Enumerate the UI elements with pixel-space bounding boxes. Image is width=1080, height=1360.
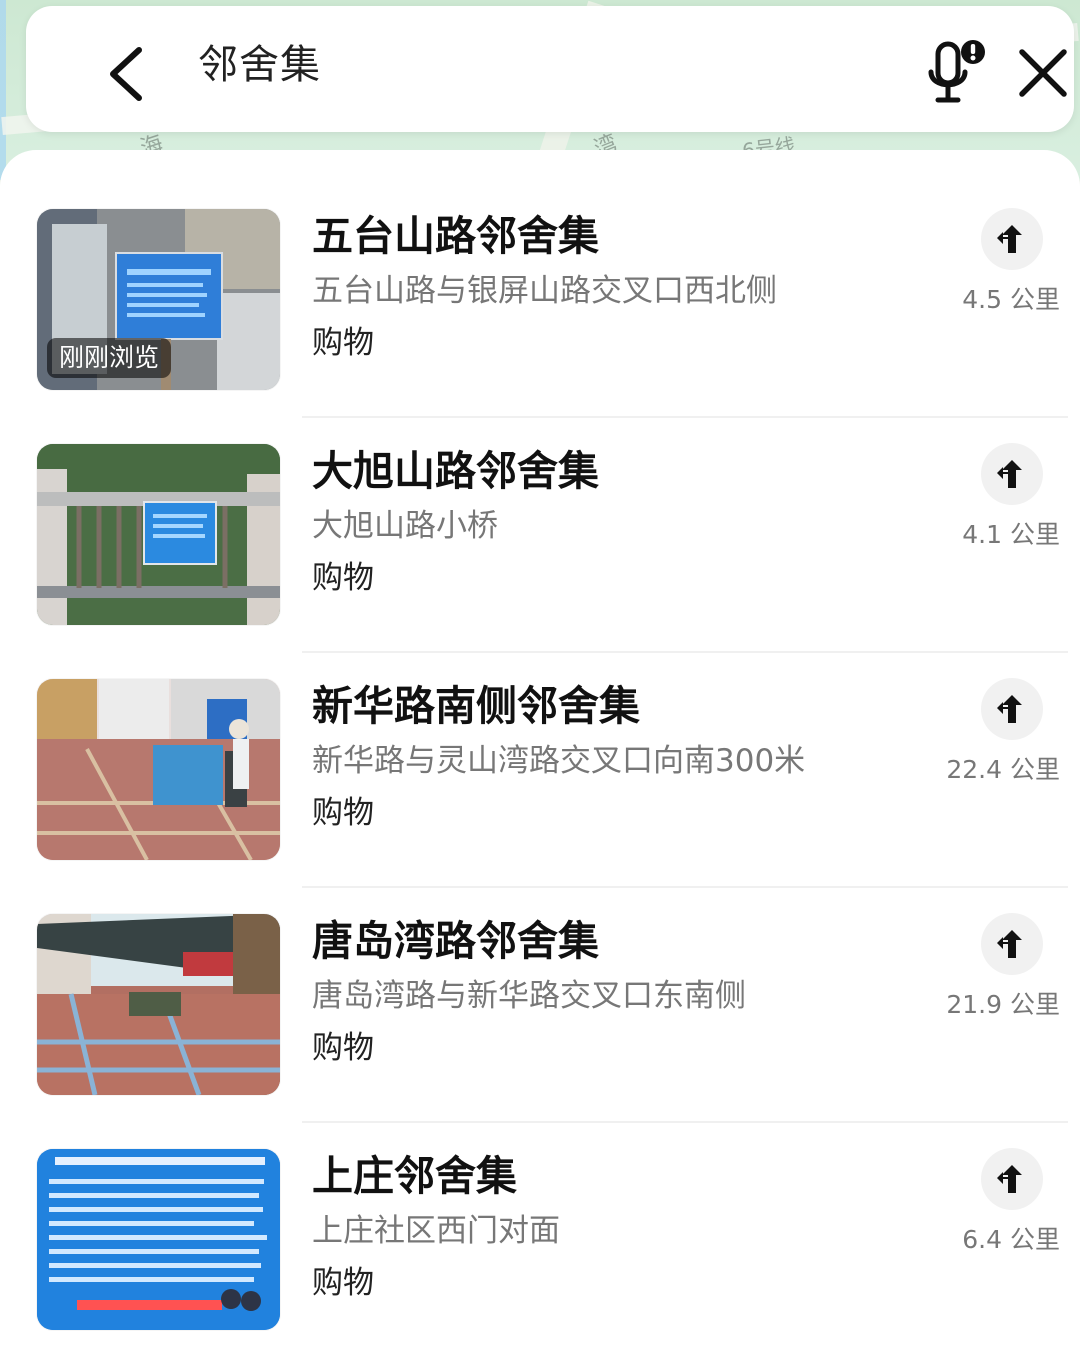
place-title: 五台山路邻舍集: [312, 212, 599, 260]
route-arrow-icon: [997, 225, 1022, 253]
list-item[interactable]: 刚刚浏览 五台山路邻舍集 五台山路与银屏山路交叉口西北侧 购物 4.5 公里: [0, 150, 1080, 390]
thumbnail-image: [37, 444, 280, 625]
results-panel: 刚刚浏览 五台山路邻舍集 五台山路与银屏山路交叉口西北侧 购物 4.5 公里 大…: [0, 150, 1080, 1360]
route-arrow-icon: [997, 1165, 1022, 1193]
thumbnail-image: [37, 1149, 280, 1330]
distance-label: 4.1 公里: [962, 520, 1060, 549]
list-item[interactable]: 大旭山路邻舍集 大旭山路小桥 购物 4.1 公里: [0, 385, 1080, 625]
route-arrow-icon: [997, 930, 1022, 958]
route-button[interactable]: [981, 678, 1043, 740]
distance-label: 6.4 公里: [962, 1225, 1060, 1254]
route-arrow-icon: [997, 695, 1022, 723]
route-button[interactable]: [981, 1148, 1043, 1210]
place-category: 购物: [312, 795, 374, 831]
route-button[interactable]: [981, 208, 1043, 270]
thumbnail-image: [37, 679, 280, 860]
chevron-left-icon: [110, 47, 142, 101]
market-photo-icon: [37, 1149, 280, 1330]
market-photo-icon: [37, 444, 280, 625]
distance-label: 21.9 公里: [946, 990, 1060, 1019]
place-category: 购物: [312, 560, 374, 596]
route-arrow-icon: [997, 460, 1022, 488]
place-category: 购物: [312, 1030, 374, 1066]
list-item[interactable]: 上庄邻舍集 上庄社区西门对面 购物 6.4 公里: [0, 1090, 1080, 1330]
place-address: 上庄社区西门对面: [312, 1213, 560, 1249]
distance-label: 22.4 公里: [946, 755, 1060, 784]
place-address: 唐岛湾路与新华路交叉口东南侧: [312, 978, 746, 1014]
place-title: 大旭山路邻舍集: [312, 447, 599, 495]
place-category: 购物: [312, 1265, 374, 1301]
thumbnail-image: [37, 914, 280, 1095]
search-input[interactable]: 邻舍集: [198, 45, 321, 85]
close-icon: [1019, 49, 1067, 97]
place-address: 新华路与灵山湾路交叉口向南300米: [312, 743, 806, 779]
route-button[interactable]: [981, 913, 1043, 975]
thumbnail-image: 刚刚浏览: [37, 209, 280, 390]
market-photo-icon: [37, 679, 280, 860]
search-bar: 邻舍集: [26, 6, 1074, 132]
market-photo-icon: [37, 914, 280, 1095]
back-button[interactable]: [100, 42, 152, 106]
place-title: 新华路南侧邻舍集: [312, 682, 640, 730]
close-button[interactable]: [1014, 44, 1072, 102]
place-address: 大旭山路小桥: [312, 508, 498, 544]
microphone-icon: [928, 40, 985, 103]
voice-search-button[interactable]: [920, 37, 994, 111]
recently-viewed-badge: 刚刚浏览: [47, 338, 172, 378]
place-address: 五台山路与银屏山路交叉口西北侧: [312, 273, 777, 309]
distance-label: 4.5 公里: [962, 285, 1060, 314]
place-title: 唐岛湾路邻舍集: [312, 917, 599, 965]
route-button[interactable]: [981, 443, 1043, 505]
list-item[interactable]: 新华路南侧邻舍集 新华路与灵山湾路交叉口向南300米 购物 22.4 公里: [0, 620, 1080, 860]
place-title: 上庄邻舍集: [312, 1152, 517, 1200]
list-item[interactable]: 唐岛湾路邻舍集 唐岛湾路与新华路交叉口东南侧 购物 21.9 公里: [0, 855, 1080, 1095]
place-category: 购物: [312, 325, 374, 361]
